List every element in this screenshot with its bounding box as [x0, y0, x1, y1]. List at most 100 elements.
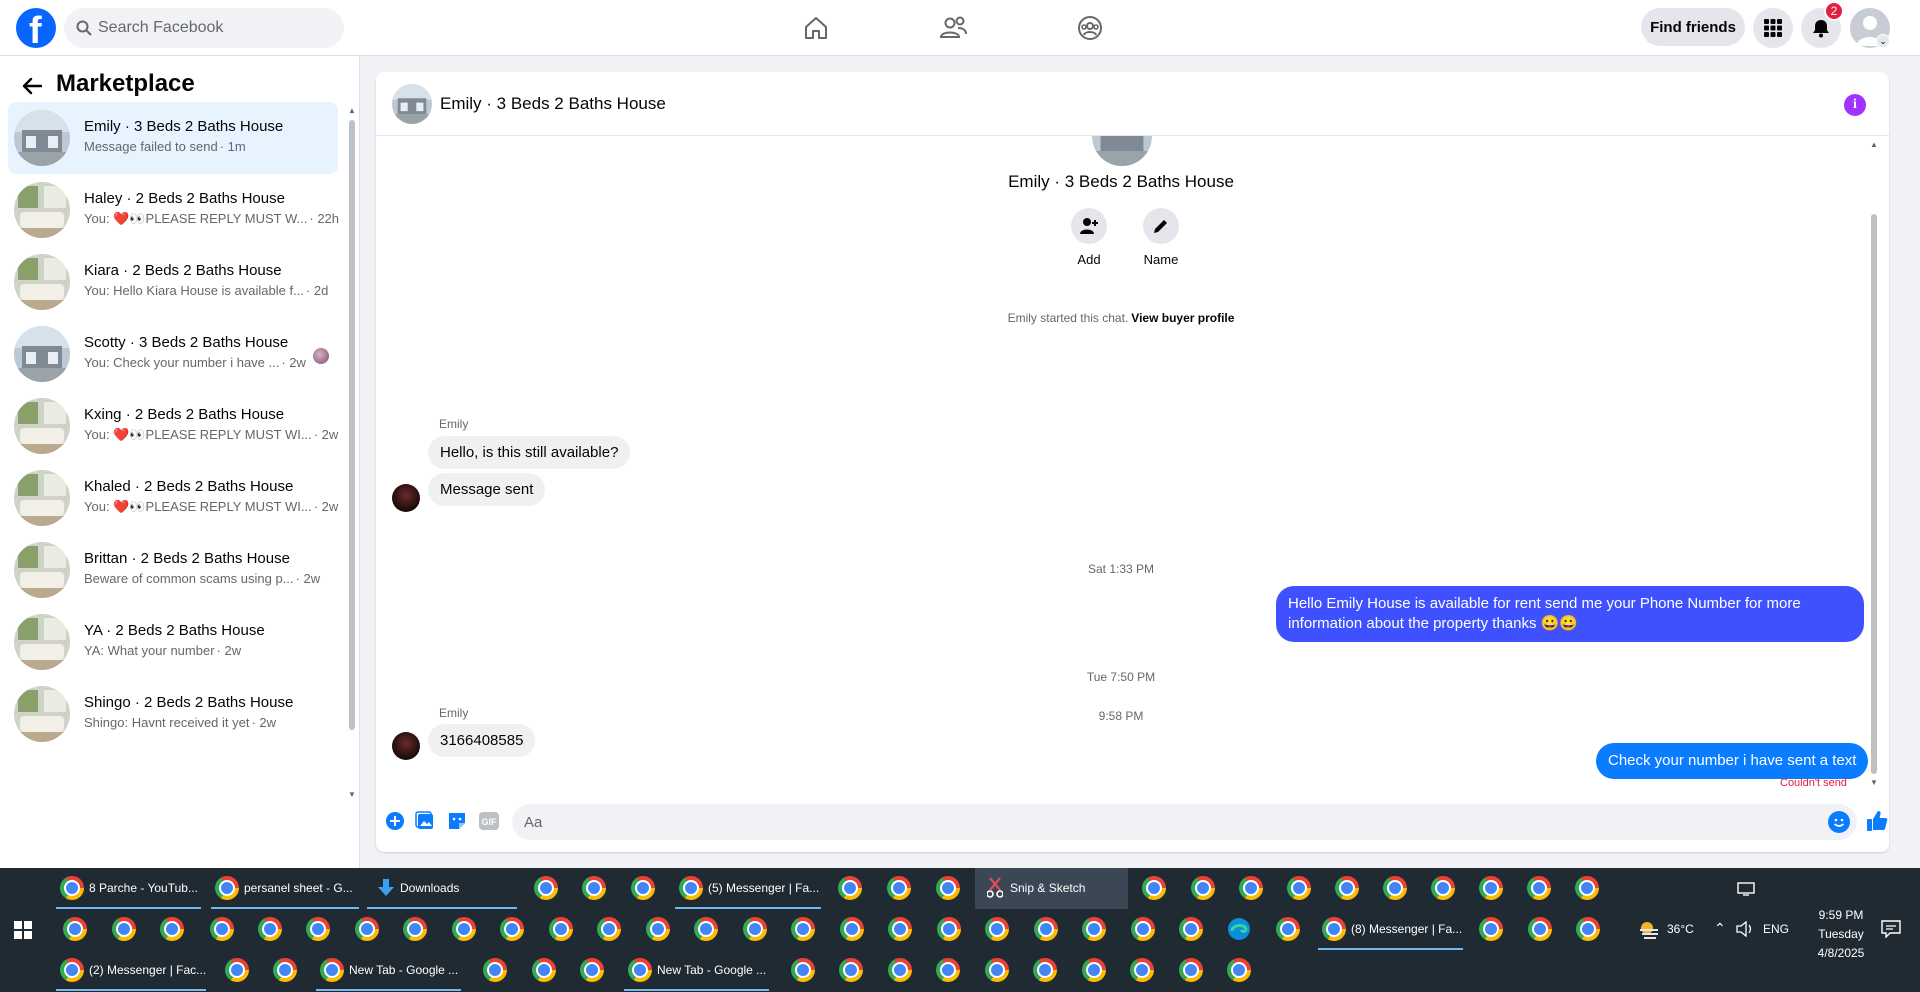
notification-center-icon[interactable] — [1881, 920, 1901, 938]
chrome-icon[interactable] — [532, 958, 556, 982]
conversation-item[interactable]: Scotty · 3 Beds 2 Baths House You: Check… — [8, 318, 338, 390]
conversation-item[interactable]: YA · 2 Beds 2 Baths House YA: What your … — [8, 606, 338, 678]
sidebar-scrollbar[interactable]: ▲ ▼ — [348, 106, 356, 799]
input-language[interactable]: ENG — [1763, 922, 1789, 936]
chrome-icon[interactable] — [210, 917, 234, 941]
chrome-icon[interactable] — [1479, 876, 1503, 900]
chrome-icon[interactable] — [597, 917, 621, 941]
chrome-icon[interactable] — [225, 958, 249, 982]
chrome-icon[interactable] — [840, 917, 864, 941]
scrollbar-thumb[interactable] — [1871, 214, 1877, 774]
chrome-icon[interactable] — [937, 917, 961, 941]
chrome-icon[interactable] — [1575, 876, 1599, 900]
conversation-item[interactable]: Shingo · 2 Beds 2 Baths House Shingo: Ha… — [8, 678, 338, 750]
taskbar-task[interactable]: Downloads — [367, 868, 517, 909]
chrome-icon[interactable] — [306, 917, 330, 941]
chrome-icon[interactable] — [63, 917, 87, 941]
plus-circle-icon[interactable] — [384, 810, 406, 832]
chrome-icon[interactable] — [936, 876, 960, 900]
scroll-down-arrow-icon[interactable]: ▼ — [348, 790, 356, 799]
clock-time[interactable]: 9:59 PM — [1808, 908, 1874, 922]
chrome-icon[interactable] — [888, 958, 912, 982]
incoming-message[interactable]: Hello, is this still available? — [428, 436, 631, 469]
chrome-icon[interactable] — [1227, 958, 1251, 982]
chrome-icon[interactable] — [791, 958, 815, 982]
chrome-icon[interactable] — [791, 917, 815, 941]
chrome-icon[interactable] — [694, 917, 718, 941]
weather-icon[interactable] — [1638, 919, 1660, 939]
scroll-up-arrow-icon[interactable]: ▲ — [1869, 140, 1879, 149]
search-box[interactable] — [64, 8, 344, 48]
chrome-icon[interactable] — [1191, 876, 1215, 900]
chrome-icon[interactable] — [452, 917, 476, 941]
chrome-icon[interactable] — [631, 876, 655, 900]
taskbar-task[interactable]: persanel sheet - G... — [211, 868, 359, 909]
incoming-message[interactable]: 3166408585 — [428, 724, 536, 757]
chrome-icon[interactable] — [888, 917, 912, 941]
home-icon[interactable] — [798, 10, 834, 46]
search-input[interactable] — [98, 8, 334, 48]
outgoing-message[interactable]: Hello Emily House is available for rent … — [1276, 586, 1864, 642]
chrome-icon[interactable] — [112, 917, 136, 941]
sender-avatar[interactable] — [392, 484, 420, 512]
chrome-icon[interactable] — [985, 958, 1009, 982]
chrome-icon[interactable] — [936, 958, 960, 982]
chrome-icon[interactable] — [580, 958, 604, 982]
chrome-icon[interactable] — [1239, 876, 1263, 900]
info-icon[interactable]: i — [1844, 94, 1866, 116]
emoji-icon[interactable] — [1828, 811, 1850, 833]
chrome-icon[interactable] — [1527, 876, 1551, 900]
conversation-item[interactable]: Haley · 2 Beds 2 Baths House You: ❤️👀PLE… — [8, 174, 339, 246]
chrome-icon[interactable] — [355, 917, 379, 941]
edge-browser-icon[interactable] — [1227, 917, 1251, 941]
chrome-icon[interactable] — [1033, 958, 1057, 982]
incoming-message[interactable]: Message sent — [428, 473, 546, 506]
scrollbar-thumb[interactable] — [349, 120, 355, 730]
gif-icon[interactable]: GIF — [478, 810, 500, 832]
outgoing-message[interactable]: Check your number i have sent a text — [1596, 743, 1869, 779]
chrome-icon[interactable] — [1335, 876, 1359, 900]
conversation-item[interactable]: Khaled · 2 Beds 2 Baths House You: ❤️👀PL… — [8, 462, 338, 534]
conversation-item[interactable]: Emily · 3 Beds 2 Baths House Message fai… — [8, 102, 338, 174]
chrome-icon[interactable] — [160, 917, 184, 941]
chrome-icon[interactable] — [646, 917, 670, 941]
chrome-icon[interactable] — [1142, 876, 1166, 900]
chrome-icon[interactable] — [1528, 917, 1552, 941]
clock-day[interactable]: Tuesday — [1808, 927, 1874, 941]
chrome-icon[interactable] — [582, 876, 606, 900]
chrome-icon[interactable] — [1082, 958, 1106, 982]
chrome-icon[interactable] — [1287, 876, 1311, 900]
taskbar-task[interactable]: (8) Messenger | Fa... — [1318, 909, 1463, 950]
chat-title[interactable]: Emily · 3 Beds 2 Baths House — [440, 94, 666, 114]
chrome-icon[interactable] — [1431, 876, 1455, 900]
chrome-icon[interactable] — [534, 876, 558, 900]
taskbar-task[interactable]: 8 Parche - YouTub... — [56, 868, 201, 909]
sender-avatar[interactable] — [392, 732, 420, 760]
chrome-icon[interactable] — [273, 958, 297, 982]
menu-grid-icon[interactable] — [1753, 8, 1793, 48]
chrome-icon[interactable] — [1131, 917, 1155, 941]
view-buyer-profile-link[interactable]: View buyer profile — [1131, 311, 1234, 325]
add-people-button[interactable]: Add — [1059, 208, 1119, 267]
chrome-icon[interactable] — [1383, 876, 1407, 900]
taskbar-task[interactable]: New Tab - Google ... — [624, 950, 769, 991]
chrome-icon[interactable] — [549, 917, 573, 941]
photo-gallery-icon[interactable] — [414, 810, 436, 832]
chrome-icon[interactable] — [500, 917, 524, 941]
chrome-icon[interactable] — [1179, 958, 1203, 982]
conversation-item[interactable]: Brittan · 2 Beds 2 Baths House Beware of… — [8, 534, 338, 606]
sticker-icon[interactable] — [446, 810, 468, 832]
send-failed-label[interactable]: Couldn't send — [1780, 777, 1847, 789]
chrome-icon[interactable] — [1479, 917, 1503, 941]
chrome-icon[interactable] — [1082, 917, 1106, 941]
find-friends-button[interactable]: Find friends — [1641, 8, 1745, 46]
taskbar-task[interactable]: (5) Messenger | Fa... — [675, 868, 821, 909]
conversation-item[interactable]: Kiara · 2 Beds 2 Baths House You: Hello … — [8, 246, 338, 318]
chrome-icon[interactable] — [1576, 917, 1600, 941]
chrome-icon[interactable] — [1179, 917, 1203, 941]
taskbar-task[interactable]: New Tab - Google ... — [316, 950, 461, 991]
name-chat-button[interactable]: Name — [1131, 208, 1191, 267]
back-arrow-icon[interactable] — [18, 72, 46, 100]
conversation-item[interactable]: Kxing · 2 Beds 2 Baths House You: ❤️👀PLE… — [8, 390, 338, 462]
chrome-icon[interactable] — [887, 876, 911, 900]
